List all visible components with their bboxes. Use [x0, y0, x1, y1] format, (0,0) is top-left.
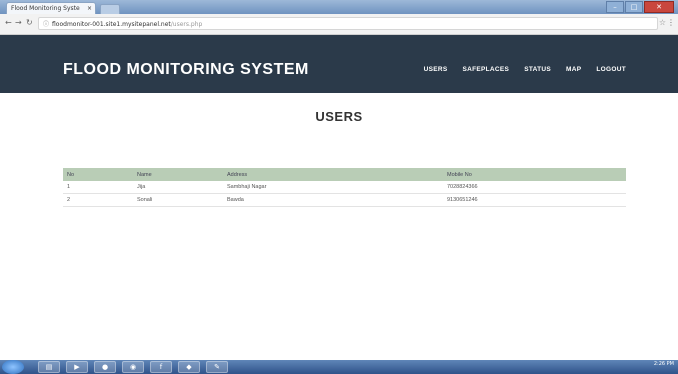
site-brand[interactable]: FLOOD MONITORING SYSTEM: [63, 61, 309, 79]
url-path: /users.php: [170, 21, 203, 28]
header-name: Name: [133, 168, 223, 181]
file-explorer-icon[interactable]: ▤: [38, 361, 60, 373]
forward-icon[interactable]: →: [15, 18, 22, 27]
nav-logout[interactable]: LOGOUT: [596, 66, 626, 73]
users-table: No Name Address Mobile No 1 Jija Sambhaj…: [63, 168, 626, 207]
table-row: 1 Jija Sambhaji Nagar 7028824366: [63, 181, 626, 194]
header-mobile: Mobile No: [443, 168, 626, 181]
reload-icon[interactable]: ↻: [26, 18, 33, 27]
nav-safeplaces[interactable]: SAFEPLACES: [462, 66, 509, 73]
system-clock[interactable]: 2:26 PM: [654, 361, 674, 367]
tab-close-icon[interactable]: ×: [87, 5, 92, 12]
cell-mobile: 9130651246: [443, 193, 626, 207]
browser-tab[interactable]: Flood Monitoring Syste ×: [6, 2, 96, 14]
facebook-icon[interactable]: f: [150, 361, 172, 373]
close-window-button[interactable]: ✕: [644, 1, 674, 13]
app-icon[interactable]: ✎: [206, 361, 228, 373]
nav-users[interactable]: USERS: [424, 66, 448, 73]
minimize-button[interactable]: –: [606, 1, 624, 13]
menu-icon[interactable]: ⋮: [667, 18, 675, 27]
url-host: floodmonitor-001.site1.mysitepanel.net: [52, 21, 171, 28]
info-icon[interactable]: ⓘ: [43, 21, 49, 28]
taskbar: ▤ ▶ ● ◉ f ◆ ✎ 2:26 PM: [0, 360, 678, 374]
tab-title: Flood Monitoring Syste: [11, 5, 80, 12]
cell-no: 1: [63, 181, 133, 194]
page-title: USERS: [315, 109, 363, 124]
cell-address: Bawda: [223, 193, 443, 207]
url-input[interactable]: ⓘ floodmonitor-001.site1.mysitepanel.net/…: [38, 17, 658, 30]
cell-name: Jija: [133, 181, 223, 194]
table-row: 2 Sonali Bawda 9130651246: [63, 193, 626, 207]
cell-address: Sambhaji Nagar: [223, 181, 443, 194]
maximize-button[interactable]: □: [625, 1, 643, 13]
bookmark-star-icon[interactable]: ☆: [659, 18, 666, 27]
media-player-icon[interactable]: ▶: [66, 361, 88, 373]
nav-map[interactable]: MAP: [566, 66, 581, 73]
back-icon[interactable]: ←: [5, 18, 12, 27]
header-address: Address: [223, 168, 443, 181]
site-header: FLOOD MONITORING SYSTEM USERS SAFEPLACES…: [0, 35, 678, 93]
nav-status[interactable]: STATUS: [524, 66, 551, 73]
address-bar: ← → ↻ ⓘ floodmonitor-001.site1.mysitepane…: [0, 14, 678, 35]
table-header-row: No Name Address Mobile No: [63, 168, 626, 181]
main-nav: USERS SAFEPLACES STATUS MAP LOGOUT: [424, 66, 626, 73]
cell-no: 2: [63, 193, 133, 207]
cell-mobile: 7028824366: [443, 181, 626, 194]
window-controls: – □ ✕: [606, 1, 674, 13]
app-icon[interactable]: ●: [94, 361, 116, 373]
app-icon[interactable]: ◆: [178, 361, 200, 373]
chrome-icon[interactable]: ◉: [122, 361, 144, 373]
header-no: No: [63, 168, 133, 181]
start-button[interactable]: [2, 360, 24, 374]
cell-name: Sonali: [133, 193, 223, 207]
browser-titlebar: Flood Monitoring Syste × – □ ✕: [0, 0, 678, 15]
